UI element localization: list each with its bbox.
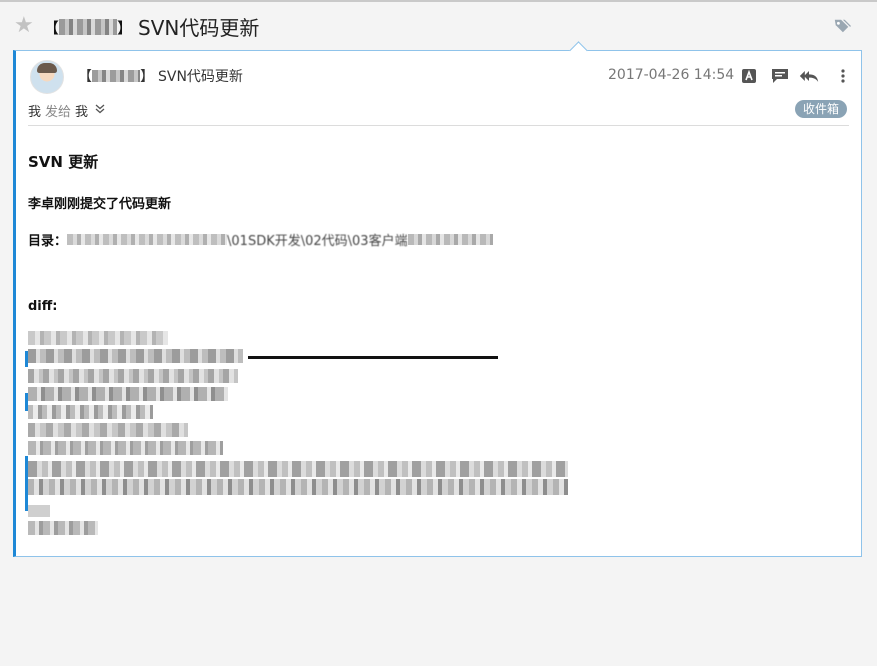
mail-card: 【 】 SVN代码更新 2017-04-26 14:54 我 发给 我 收件箱 …	[13, 41, 862, 557]
header-subject: SVN代码更新	[158, 69, 243, 85]
avatar[interactable]	[30, 60, 64, 94]
redacted-diff-line	[28, 331, 168, 345]
redacted-path-prefix	[67, 234, 228, 245]
bracket-right: 】	[117, 18, 133, 37]
diff-label: diff:	[28, 299, 58, 314]
bracket-left: 【	[44, 18, 60, 37]
recipients-line: 我 发给 我	[28, 101, 105, 120]
redacted-diff-line	[28, 441, 223, 455]
redacted-diff-line	[28, 349, 243, 363]
header-bracket-right: 】	[140, 69, 154, 85]
directory-path-fragment: \01SDK开发\02代码\03客户端	[227, 234, 408, 249]
body-title: SVN 更新	[28, 153, 99, 171]
redacted-diff-line	[28, 461, 568, 477]
subject-bar: ★ 【 】 SVN代码更新	[0, 6, 877, 50]
redacted-diff-line	[28, 369, 238, 383]
redacted-diff-line	[28, 423, 188, 437]
header-bracket-left: 【	[78, 69, 92, 85]
redacted-diff-line	[28, 521, 98, 535]
header-divider	[28, 125, 849, 126]
redacted-diff-line	[28, 505, 50, 517]
redacted-diff-block	[25, 331, 588, 536]
tag-icon[interactable]	[833, 17, 851, 35]
redacted-sender-name	[59, 19, 118, 35]
header-redacted-sender	[92, 70, 140, 82]
top-border	[0, 0, 877, 2]
subject-sender-tag: 【 】	[44, 16, 132, 38]
header-sender[interactable]: 【 】 SVN代码更新	[78, 66, 243, 86]
more-vertical-icon[interactable]	[833, 66, 853, 86]
redacted-diff-line	[28, 479, 568, 495]
body-directory-line: 目录： \01SDK开发\02代码\03客户端	[28, 230, 493, 249]
star-icon[interactable]: ★	[14, 15, 34, 37]
translate-icon[interactable]	[739, 66, 759, 86]
comment-icon[interactable]	[770, 66, 790, 86]
redacted-diff-line	[28, 405, 153, 419]
to-me[interactable]: 我	[75, 101, 88, 120]
page-title: SVN代码更新	[138, 16, 260, 40]
body-commit-line: 李卓刚刚提交了代码更新	[28, 197, 172, 212]
mail-body: SVN 更新 李卓刚刚提交了代码更新 目录： \01SDK开发\02代码\03客…	[25, 151, 849, 535]
reply-all-icon[interactable]	[799, 66, 819, 86]
chevron-down-icon[interactable]	[95, 104, 105, 117]
redacted-diff-rule	[248, 356, 498, 359]
redacted-path-suffix	[407, 234, 493, 245]
sent-to-label: 发给	[45, 105, 72, 120]
directory-label: 目录：	[28, 234, 68, 249]
folder-badge[interactable]: 收件箱	[794, 100, 847, 118]
from-me[interactable]: 我	[28, 101, 41, 120]
redacted-diff-line	[28, 387, 228, 401]
mail-date: 2017-04-26 14:54	[608, 67, 735, 83]
